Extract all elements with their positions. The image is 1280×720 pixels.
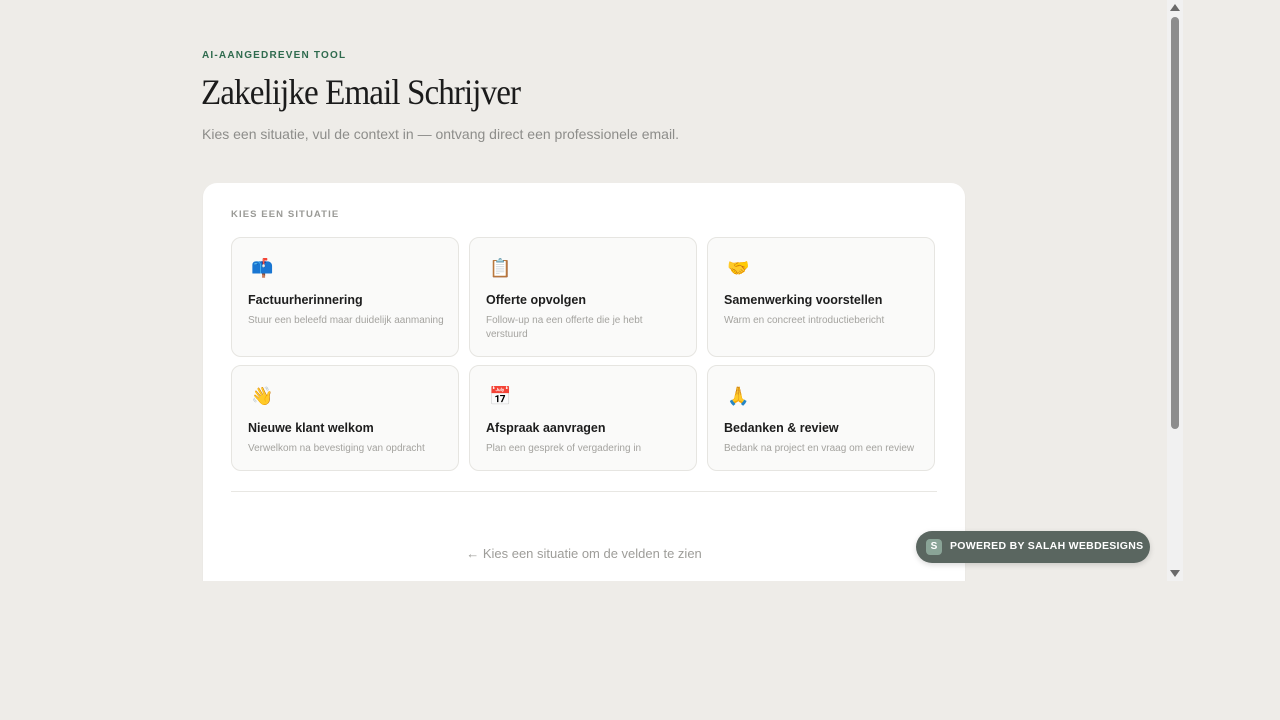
situation-card-title: Samenwerking voorstellen — [724, 293, 883, 307]
situation-card-description: Bedank na project en vraag om een review — [724, 443, 915, 454]
situation-card-factuurherinnering[interactable]: 📫 Factuurherinnering Stuur een beleefd m… — [231, 237, 459, 357]
situation-card-samenwerking-voorstellen[interactable]: 🤝 Samenwerking voorstellen Warm en concr… — [707, 237, 935, 357]
situation-card-description: Plan een gesprek of vergadering in — [486, 443, 642, 454]
situation-card-title: Factuurherinnering — [248, 293, 363, 307]
scroll-up-arrow-icon[interactable] — [1170, 4, 1180, 11]
scrollbar-thumb[interactable] — [1171, 17, 1179, 429]
situation-card-description: Follow-up na een offerte die je hebt ver… — [486, 315, 643, 340]
eyebrow-label: AI-AANGEDREVEN TOOL — [202, 50, 347, 61]
calendar-icon: 📅 — [489, 386, 512, 406]
situation-card-afspraak-aanvragen[interactable]: 📅 Afspraak aanvragen Plan een gesprek of… — [469, 365, 697, 471]
page-scrollbar[interactable] — [1167, 0, 1183, 581]
waving-hand-icon: 👋 — [251, 386, 274, 406]
situation-card-description: Warm en concreet introductiebericht — [724, 315, 885, 326]
situation-card-offerte-opvolgen[interactable]: 📋 Offerte opvolgen Follow-up na een offe… — [469, 237, 697, 357]
page-subtitle: Kies een situatie, vul de context in — o… — [202, 126, 680, 142]
situation-card-title: Nieuwe klant welkom — [248, 421, 374, 435]
page-title: Zakelijke Email Schrijver — [201, 72, 521, 112]
situation-card-description: Stuur een beleefd maar duidelijk aanmani… — [248, 315, 444, 326]
section-label: KIES EEN SITUATIE — [231, 209, 340, 220]
scroll-down-arrow-icon[interactable] — [1170, 570, 1180, 577]
divider — [231, 491, 937, 492]
clipboard-icon: 📋 — [489, 258, 512, 278]
brand-logo-icon: S — [926, 539, 942, 555]
empty-state-hint: ← Kies een situatie om de velden te zien — [466, 546, 702, 561]
situation-card-title: Afspraak aanvragen — [486, 421, 606, 435]
powered-by-badge[interactable]: S POWERED BY SALAH WEBDESIGNS — [916, 531, 1150, 563]
badge-text: POWERED BY SALAH WEBDESIGNS — [950, 540, 1144, 552]
situation-panel: KIES EEN SITUATIE 📫 Factuurherinnering S… — [203, 183, 965, 581]
mailbox-icon: 📫 — [251, 258, 274, 278]
situation-card-bedanken-review[interactable]: 🙏 Bedanken & review Bedank na project en… — [707, 365, 935, 471]
situation-card-description: Verwelkom na bevestiging van opdracht — [248, 443, 425, 454]
page-viewport: AI-AANGEDREVEN TOOL Zakelijke Email Schr… — [0, 0, 1183, 581]
folded-hands-icon: 🙏 — [727, 386, 750, 406]
situation-card-title: Offerte opvolgen — [486, 293, 587, 307]
handshake-icon: 🤝 — [727, 258, 750, 278]
situation-card-title: Bedanken & review — [724, 421, 839, 435]
situation-card-nieuwe-klant-welkom[interactable]: 👋 Nieuwe klant welkom Verwelkom na beves… — [231, 365, 459, 471]
